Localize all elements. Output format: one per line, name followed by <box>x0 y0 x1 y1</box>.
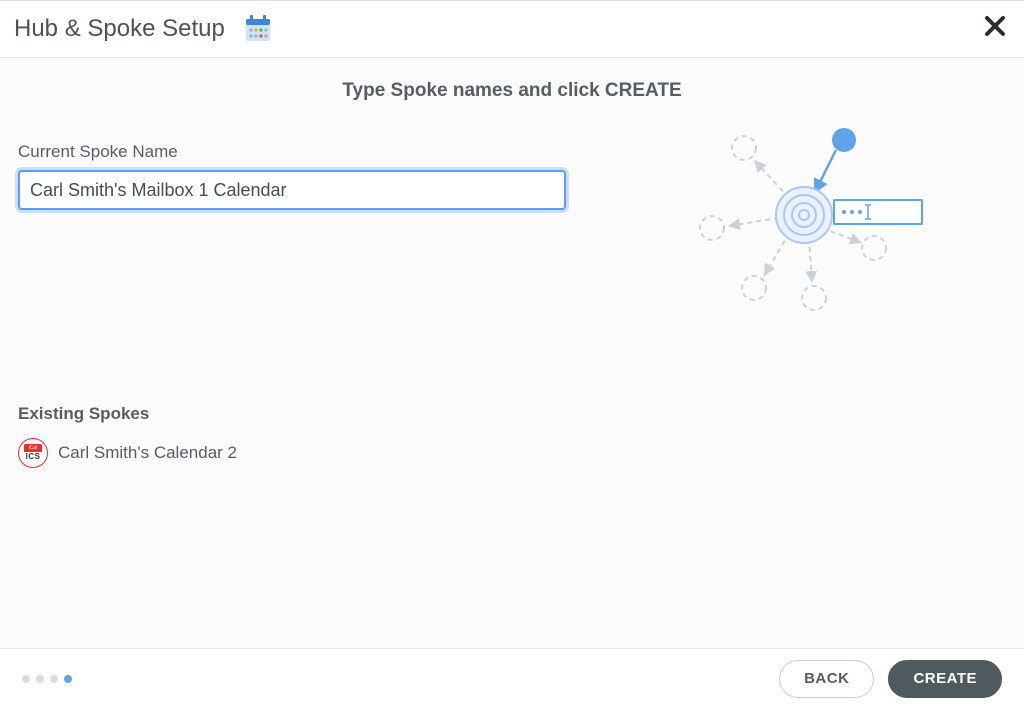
progress-dots <box>22 675 72 683</box>
close-icon <box>984 15 1006 42</box>
current-spoke-label: Current Spoke Name <box>18 142 566 162</box>
modal-subheading: Type Spoke names and click CREATE <box>18 80 1006 102</box>
calendar-icon <box>237 8 279 50</box>
progress-dot <box>36 675 44 683</box>
ics-icon: iCal ICS <box>18 438 48 468</box>
close-button[interactable] <box>980 13 1010 43</box>
existing-spokes-title: Existing Spokes <box>18 404 1006 424</box>
create-button[interactable]: CREATE <box>888 660 1002 698</box>
modal-body: Type Spoke names and click CREATE Curren… <box>0 58 1024 648</box>
existing-spoke-row: iCal ICS Carl Smith's Calendar 2 <box>18 438 1006 468</box>
progress-dot <box>50 675 58 683</box>
modal-header: Hub & Spoke Setup <box>0 0 1024 58</box>
existing-spokes-section: Existing Spokes iCal ICS Carl Smith's Ca… <box>18 404 1006 468</box>
hub-spoke-diagram <box>694 118 934 318</box>
modal-footer: BACK CREATE <box>0 648 1024 708</box>
current-spoke-input[interactable] <box>18 170 566 210</box>
current-spoke-field-group: Current Spoke Name <box>18 142 566 210</box>
back-button[interactable]: BACK <box>779 660 874 698</box>
progress-dot-active <box>64 675 72 683</box>
modal-title: Hub & Spoke Setup <box>14 15 225 43</box>
existing-spoke-name: Carl Smith's Calendar 2 <box>58 443 237 463</box>
progress-dot <box>22 675 30 683</box>
ics-icon-label: ICS <box>26 452 41 462</box>
